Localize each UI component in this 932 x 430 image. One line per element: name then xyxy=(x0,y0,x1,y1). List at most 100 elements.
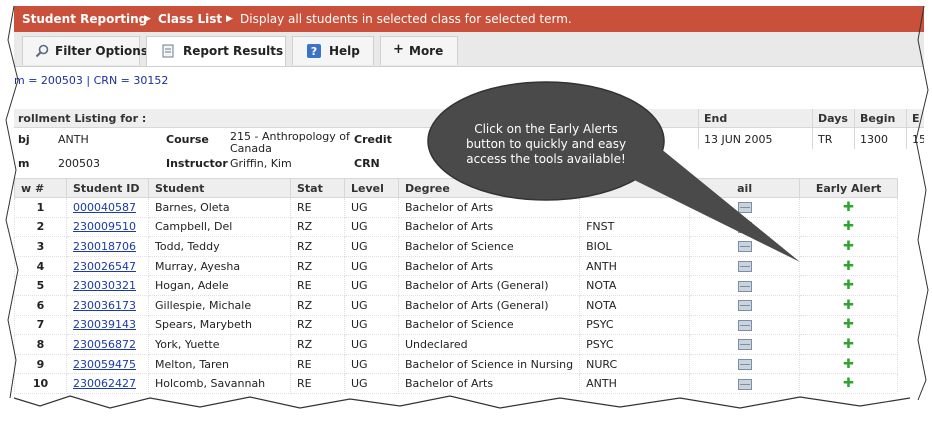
breadcrumb-separator-icon: ▶ xyxy=(226,14,233,24)
tab-report-results[interactable]: Report Results xyxy=(146,36,286,66)
student-id-link[interactable]: 230056872 xyxy=(73,338,136,351)
student-id-link[interactable]: 000040587 xyxy=(73,201,136,214)
table-row: 9 230059475 Melton, Taren RE UG Bachelor of S… xyxy=(14,353,899,375)
early-alert-add-icon[interactable]: ✚ xyxy=(843,299,854,312)
level-cell: UG xyxy=(344,353,399,375)
email-icon[interactable] xyxy=(737,221,752,233)
early-alert-add-icon[interactable]: ✚ xyxy=(843,240,854,253)
table-row: 8 230056872 York, Yuette RZ UG Undeclared PSYC… xyxy=(14,334,899,355)
early-alert-add-icon[interactable]: ✚ xyxy=(843,220,854,233)
begin-value: 1300 xyxy=(860,133,888,146)
instructor-value: Griffin, Kim xyxy=(230,157,292,170)
early-alert-cell: ✚ xyxy=(799,353,899,375)
student-id-cell: 230026547 xyxy=(66,255,149,277)
breadcrumb-student-reporting[interactable]: Student Reporting xyxy=(22,12,147,26)
stat-cell: RE xyxy=(290,353,345,375)
email-icon[interactable] xyxy=(737,359,752,371)
early-alert-add-icon[interactable]: ✚ xyxy=(843,260,854,273)
email-cell xyxy=(689,314,801,336)
major-cell: PSYC xyxy=(579,314,691,336)
student-name: Hogan, Adele xyxy=(148,275,291,296)
email-icon[interactable] xyxy=(737,378,752,390)
early-alert-cell: ✚ xyxy=(799,255,899,277)
tab-filter-options[interactable]: Filter Options xyxy=(22,36,148,65)
column-header-email[interactable]: ail xyxy=(689,178,801,198)
email-icon[interactable] xyxy=(737,319,752,331)
column-header-student-id[interactable]: Student ID xyxy=(66,178,149,198)
student-id-link[interactable]: 230062427 xyxy=(73,377,136,390)
email-icon[interactable] xyxy=(737,280,752,292)
student-name: Gillespie, Michale xyxy=(148,294,291,316)
stat-cell: RZ xyxy=(290,255,345,277)
breadcrumb-separator-icon: ▶ xyxy=(144,14,151,24)
student-id-link[interactable]: 230018706 xyxy=(73,240,136,253)
e-label: E xyxy=(912,112,920,125)
table-row: 3 230018706 Todd, Teddy RZ UG Bachelor of Sci… xyxy=(14,236,899,257)
email-icon[interactable] xyxy=(737,339,752,351)
student-name: Melton, Taren xyxy=(148,353,291,375)
email-cell xyxy=(689,275,801,296)
callout-line: button to quickly and easy xyxy=(465,137,627,151)
degree-cell: Bachelor of Science in Nursing xyxy=(397,353,581,375)
major-cell: NURC xyxy=(579,353,691,375)
email-icon[interactable] xyxy=(737,241,752,253)
tab-more[interactable]: + More xyxy=(380,36,458,65)
degree-cell: Bachelor of Arts (General) xyxy=(397,275,581,296)
end-value: 13 JUN 2005 xyxy=(704,133,773,146)
student-id-link[interactable]: 230030321 xyxy=(73,279,136,292)
early-alert-add-icon[interactable]: ✚ xyxy=(843,279,854,292)
term-value: 200503 xyxy=(58,157,100,170)
level-cell: UG xyxy=(344,216,399,238)
email-cell xyxy=(689,334,801,355)
breadcrumb: Student Reporting ▶ Class List ▶ Display… xyxy=(14,6,924,32)
email-cell xyxy=(689,197,801,218)
column-header-level[interactable]: Level xyxy=(344,178,399,198)
student-id-link[interactable]: 230059475 xyxy=(73,358,136,371)
student-id-cell: 230039143 xyxy=(66,314,149,336)
column-header-major[interactable] xyxy=(579,178,691,198)
level-cell: UG xyxy=(344,294,399,316)
tab-help[interactable]: ? Help xyxy=(292,36,374,65)
early-alert-cell: ✚ xyxy=(799,373,899,394)
subject-value: ANTH xyxy=(58,133,89,146)
student-name: York, Yuette xyxy=(148,334,291,355)
early-alert-cell: ✚ xyxy=(799,334,899,355)
begin-label: Begin xyxy=(860,112,896,125)
student-id-link[interactable]: 230026547 xyxy=(73,260,136,273)
column-header-row-number[interactable]: w # xyxy=(14,178,67,198)
row-number: 9 xyxy=(14,353,67,375)
stat-cell: RE xyxy=(290,197,345,218)
early-alert-add-icon[interactable]: ✚ xyxy=(843,201,854,214)
column-header-early-alert[interactable]: Early Alert xyxy=(799,178,899,198)
crn-label: CRN xyxy=(354,157,380,170)
student-roster-table: w # Student ID Student Stat Level Degree… xyxy=(14,178,899,394)
table-row: 7 230039143 Spears, Marybeth RZ UG Bachelor o… xyxy=(14,314,899,336)
row-number: 5 xyxy=(14,275,67,296)
column-header-stat[interactable]: Stat xyxy=(290,178,345,198)
student-id-link[interactable]: 230039143 xyxy=(73,318,136,331)
major-cell: ANTH xyxy=(579,255,691,277)
early-alert-add-icon[interactable]: ✚ xyxy=(843,358,854,371)
column-header-student[interactable]: Student xyxy=(148,178,291,198)
level-cell: UG xyxy=(344,255,399,277)
early-alert-add-icon[interactable]: ✚ xyxy=(843,377,854,390)
e-value: 155 xyxy=(912,133,924,146)
email-icon[interactable] xyxy=(737,300,752,312)
instructor-label: Instructor xyxy=(166,157,228,170)
student-id-link[interactable]: 230036173 xyxy=(73,299,136,312)
student-name: Murray, Ayesha xyxy=(148,255,291,277)
filter-summary: m = 200503 | CRN = 30152 xyxy=(14,74,169,87)
degree-cell: Bachelor of Arts xyxy=(397,216,581,238)
email-icon[interactable] xyxy=(737,202,752,214)
major-cell xyxy=(579,197,691,218)
stat-cell: RZ xyxy=(290,294,345,316)
early-alert-add-icon[interactable]: ✚ xyxy=(843,338,854,351)
column-header-degree[interactable]: Degree xyxy=(397,178,581,198)
student-id-link[interactable]: 230009510 xyxy=(73,220,136,233)
breadcrumb-class-list[interactable]: Class List xyxy=(158,12,222,26)
enrollment-header-title: rollment Listing for : xyxy=(18,112,147,125)
early-alert-cell: ✚ xyxy=(799,275,899,296)
days-value: TR xyxy=(818,133,833,146)
email-icon[interactable] xyxy=(737,261,752,273)
early-alert-add-icon[interactable]: ✚ xyxy=(843,318,854,331)
